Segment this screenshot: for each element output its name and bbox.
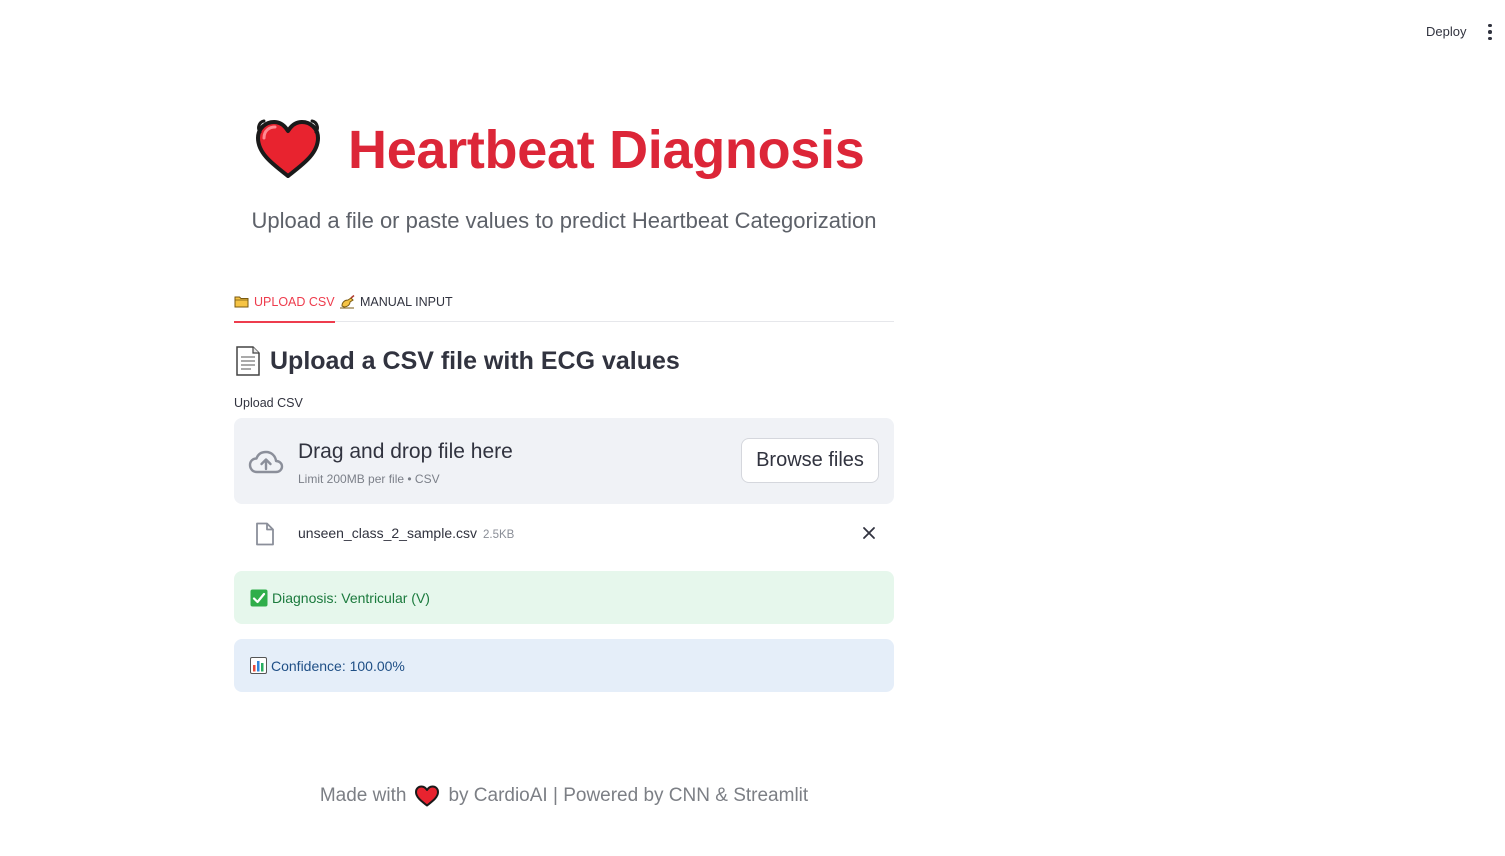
top-toolbar: Deploy: [0, 0, 1505, 60]
writing-hand-icon: [340, 295, 355, 309]
file-name-text: unseen_class_2_sample.csv: [298, 525, 477, 541]
tab-bar: UPLOAD CSV MANUAL INPUT: [234, 290, 894, 323]
file-name: unseen_class_2_sample.csv 2.5KB: [298, 523, 514, 545]
dropzone-instructions: Drag and drop file here: [298, 440, 513, 463]
file-size: 2.5KB: [483, 529, 515, 541]
file-icon: [256, 522, 274, 546]
footer: Made with by CardioAI | Powered by CNN &…: [134, 781, 994, 811]
browse-files-button[interactable]: Browse files: [741, 438, 879, 483]
upload-field-label: Upload CSV: [234, 396, 303, 410]
tab-upload-csv-label: UPLOAD CSV: [254, 295, 335, 309]
check-mark-icon: [250, 589, 268, 606]
tab-manual-input-label: MANUAL INPUT: [360, 295, 453, 309]
dropzone-limit: Limit 200MB per file • CSV: [298, 472, 440, 486]
confidence-alert: Confidence: 100.00%: [234, 639, 894, 692]
page-subtitle: Upload a file or paste values to predict…: [251, 208, 877, 233]
page-icon: [236, 346, 260, 376]
diagnosis-text: Diagnosis: Ventricular (V): [272, 589, 430, 606]
footer-text-credits: by CardioAI | Powered by CNN & Streamlit: [448, 785, 809, 806]
page-title: Heartbeat Diagnosis: [348, 120, 865, 180]
tab-upload-csv[interactable]: UPLOAD CSV: [234, 290, 335, 323]
file-dropzone[interactable]: Drag and drop file here Limit 200MB per …: [234, 418, 894, 504]
footer-text-made-with: Made with: [319, 785, 407, 806]
kebab-menu-icon[interactable]: [1481, 22, 1499, 42]
heart-emoji-icon: [256, 119, 320, 178]
bar-chart-icon: [250, 657, 267, 674]
section-heading-text: Upload a CSV file with ECG values: [270, 347, 680, 375]
cloud-upload-icon: [248, 450, 284, 474]
tab-manual-input[interactable]: MANUAL INPUT: [339, 290, 453, 322]
close-icon[interactable]: [862, 526, 876, 540]
section-heading: Upload a CSV file with ECG values: [234, 344, 680, 378]
deploy-button[interactable]: Deploy: [1414, 22, 1478, 42]
page-header: Heartbeat Diagnosis: [254, 112, 894, 192]
diagnosis-alert: Diagnosis: Ventricular (V): [234, 571, 894, 624]
uploaded-file-row: unseen_class_2_sample.csv 2.5KB: [234, 516, 894, 550]
confidence-text: Confidence: 100.00%: [271, 657, 405, 674]
folder-icon: [234, 296, 249, 308]
heart-emoji-icon: [415, 785, 440, 807]
